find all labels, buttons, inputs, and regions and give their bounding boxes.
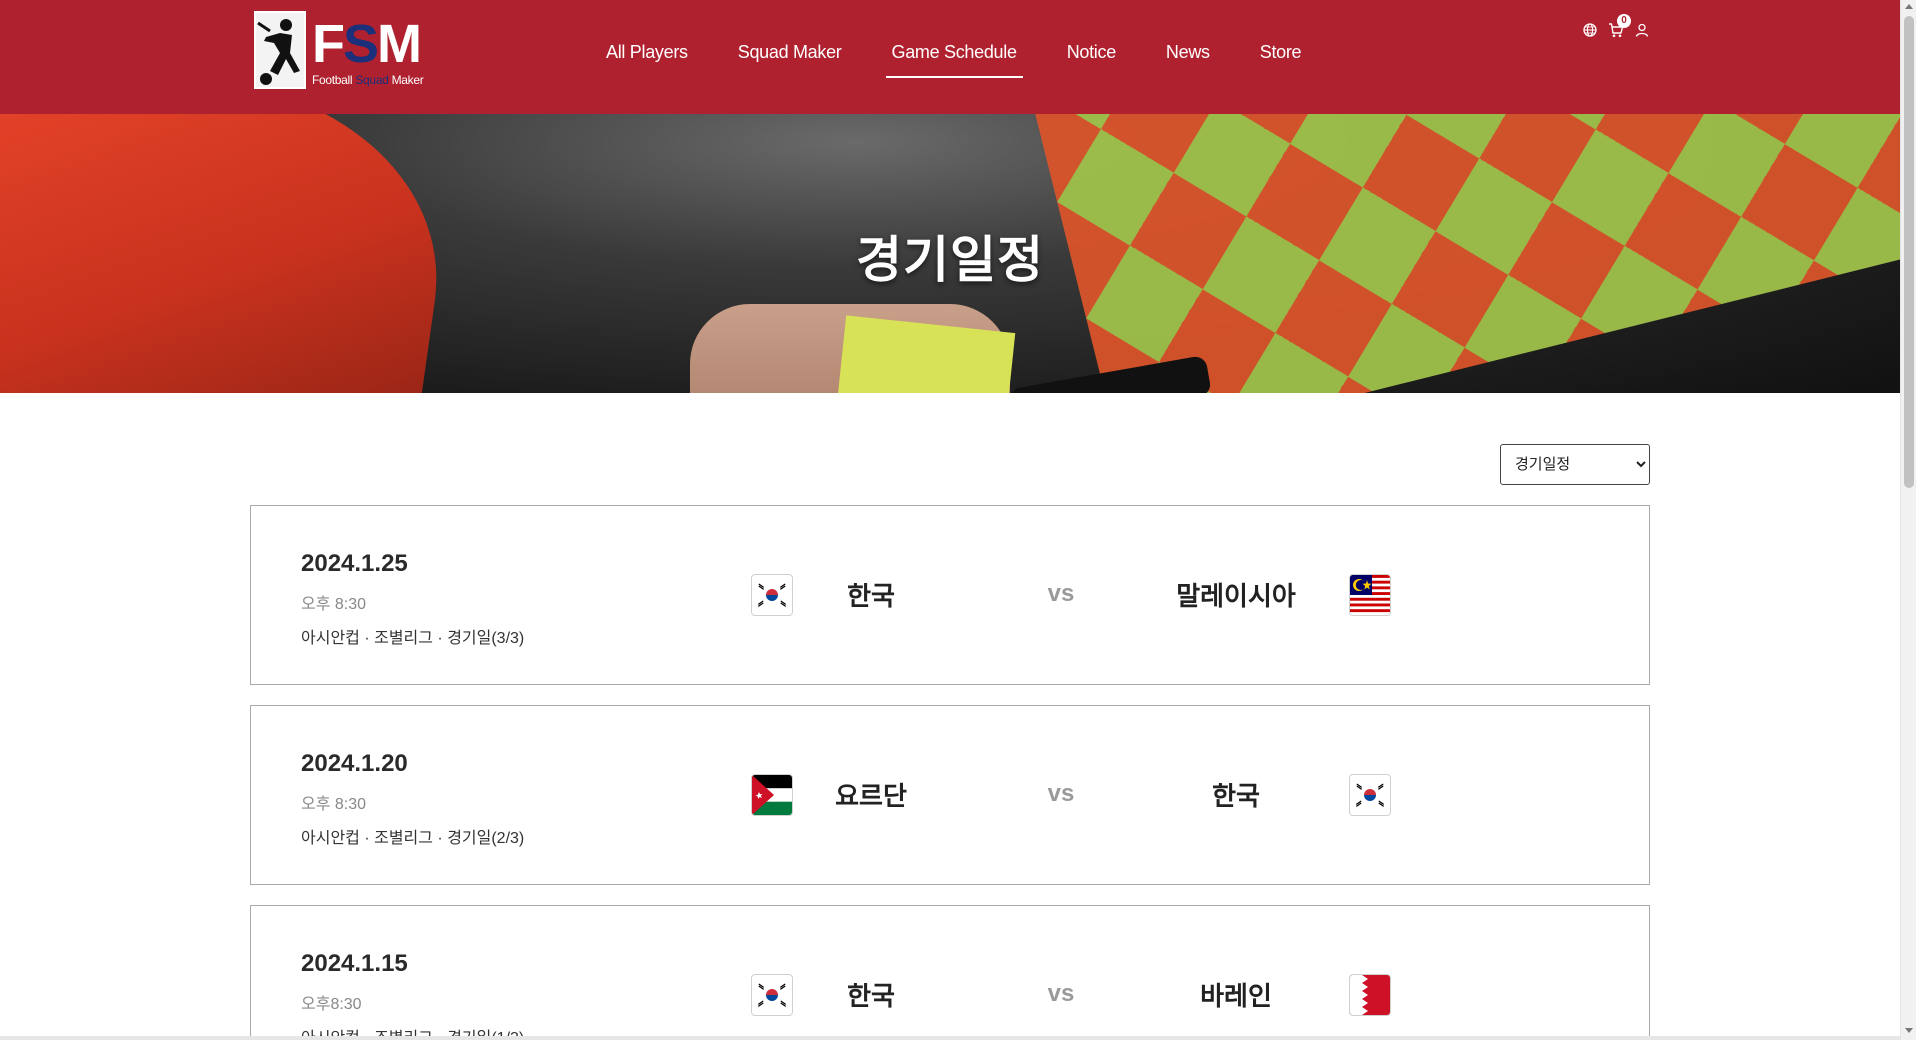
- player-silhouette-icon: [256, 13, 304, 87]
- match-date: 2024.1.20: [301, 750, 408, 777]
- viewport-bottom-edge: [0, 1036, 1900, 1040]
- scroll-thumb[interactable]: [1904, 16, 1914, 488]
- vs-label: vs: [1047, 580, 1075, 607]
- logo-emblem: [254, 11, 306, 89]
- nav-all-players[interactable]: All Players: [600, 38, 694, 78]
- bahrain-flag-icon: [1349, 974, 1391, 1016]
- away-team: 말레이시아: [1176, 581, 1296, 611]
- vs-label: vs: [1047, 980, 1075, 1007]
- header-icons: 0: [1580, 14, 1658, 42]
- home-team: 한국: [847, 581, 895, 611]
- page: FSM Football Squad Maker All Players Squ…: [0, 0, 1900, 1040]
- match-date: 2024.1.15: [301, 950, 408, 977]
- main-nav: All Players Squad Maker Game Schedule No…: [600, 38, 1345, 78]
- match-card[interactable]: 2024.1.20 오후 8:30 아시안컵 · 조별리그 · 경기일(2/3)…: [250, 705, 1650, 885]
- match-date: 2024.1.25: [301, 550, 408, 577]
- nav-news[interactable]: News: [1160, 38, 1216, 78]
- match-time: 오후8:30: [301, 996, 362, 1013]
- home-team: 한국: [847, 981, 895, 1011]
- nav-store[interactable]: Store: [1254, 38, 1308, 78]
- korea-flag-icon: [1349, 774, 1391, 816]
- malaysia-flag-icon: [1349, 574, 1391, 616]
- home-team: 요르단: [835, 781, 907, 811]
- site-logo[interactable]: FSM Football Squad Maker: [254, 11, 426, 91]
- match-time: 오후 8:30: [301, 596, 367, 613]
- page-title: 경기일정: [856, 232, 1044, 288]
- match-card[interactable]: 2024.1.25 오후 8:30 아시안컵 · 조별리그 · 경기일(3/3)…: [250, 505, 1650, 685]
- cart-count-badge: 0: [1617, 14, 1631, 28]
- logo-wordmark: FSM: [312, 14, 422, 74]
- site-header: FSM Football Squad Maker All Players Squ…: [0, 0, 1900, 114]
- nav-game-schedule[interactable]: Game Schedule: [885, 38, 1023, 78]
- korea-flag-icon: [751, 974, 793, 1016]
- schedule-filter-select[interactable]: 경기일정: [1500, 444, 1650, 485]
- match-league: 아시안컵 · 조별리그 · 경기일(3/3): [301, 630, 525, 647]
- jordan-flag-icon: [751, 774, 793, 816]
- page-scrollbar[interactable]: [1900, 0, 1916, 1040]
- user-icon[interactable]: [1632, 20, 1652, 40]
- away-team: 바레인: [1200, 981, 1272, 1011]
- vs-label: vs: [1047, 780, 1075, 807]
- nav-squad-maker[interactable]: Squad Maker: [732, 38, 848, 78]
- match-time: 오후 8:30: [301, 796, 367, 813]
- match-card[interactable]: 2024.1.15 오후8:30 아시안컵 · 조별리그 · 경기일(1/3) …: [250, 905, 1650, 1040]
- korea-flag-icon: [751, 574, 793, 616]
- scroll-down-arrow-icon[interactable]: [1905, 1028, 1913, 1033]
- away-team: 한국: [1212, 781, 1260, 811]
- globe-icon[interactable]: [1580, 20, 1600, 40]
- logo-tagline: Football Squad Maker: [312, 73, 424, 87]
- scroll-up-arrow-icon[interactable]: [1905, 4, 1913, 9]
- cart-icon[interactable]: 0: [1606, 14, 1631, 40]
- match-league: 아시안컵 · 조별리그 · 경기일(2/3): [301, 830, 525, 847]
- nav-notice[interactable]: Notice: [1061, 38, 1122, 78]
